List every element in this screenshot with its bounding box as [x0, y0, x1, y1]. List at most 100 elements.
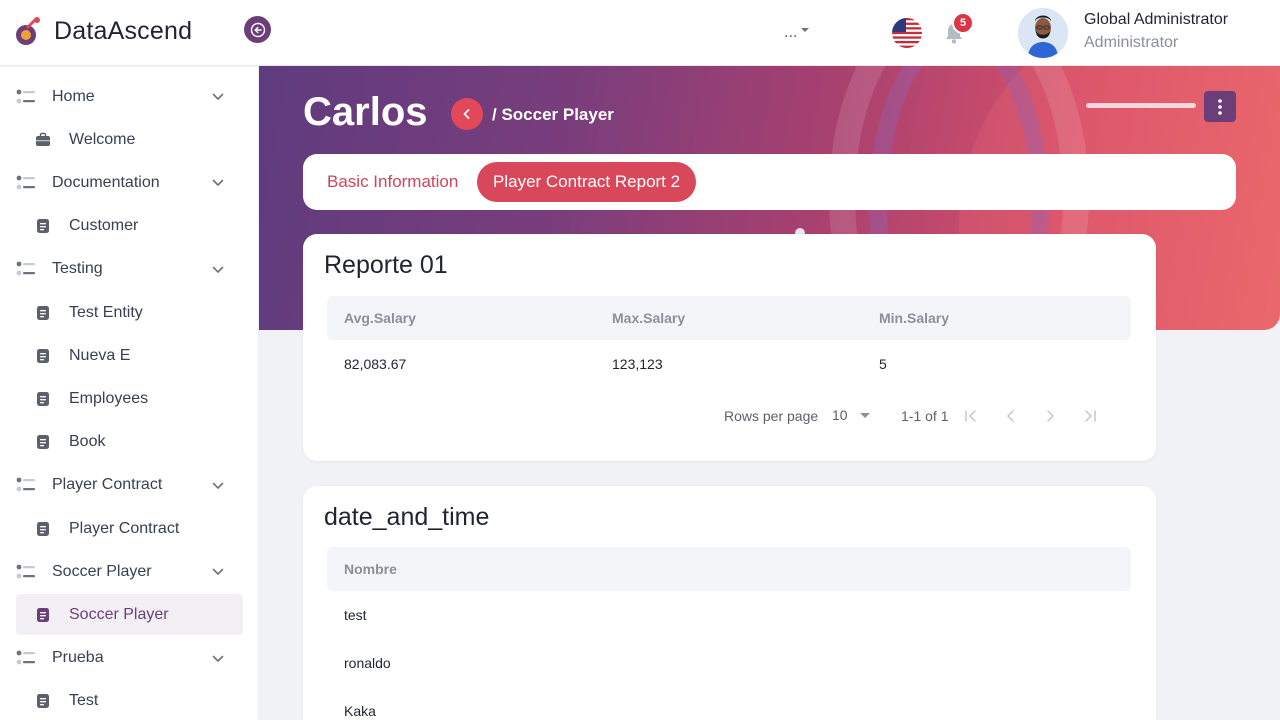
loading-bar — [1086, 103, 1196, 108]
sidebar-collapse-button[interactable] — [244, 16, 271, 43]
sidebar: Home Welcome Documentation Customer Testing T… — [0, 67, 259, 720]
user-name: Global Administrator — [1084, 11, 1229, 28]
sidebar-item-test[interactable]: Test — [16, 681, 243, 720]
table-header: Nombre — [327, 547, 1131, 591]
sidebar-item-label: Home — [52, 87, 95, 105]
list-icon — [16, 475, 36, 495]
sidebar-item-welcome[interactable]: Welcome — [16, 119, 243, 160]
list-icon — [16, 259, 36, 279]
logo-icon — [16, 17, 40, 45]
sidebar-group-home[interactable]: Home — [16, 76, 243, 117]
table-row: ronaldo — [344, 655, 391, 671]
list-icon — [16, 562, 36, 582]
sidebar-item-label: Test Entity — [69, 303, 143, 321]
rows-per-page-select[interactable]: 10 — [832, 407, 870, 423]
rows-per-page-value: 10 — [832, 407, 848, 423]
sidebar-item-book[interactable]: Book — [16, 422, 243, 463]
report-card-date-and-time: date_and_time Nombre test ronaldo Kaka — [303, 486, 1156, 720]
sidebar-item-label: Book — [69, 433, 106, 451]
report-card-reporte-01: Reporte 01 Avg.Salary Max.Salary Min.Sal… — [303, 234, 1156, 461]
document-icon — [35, 218, 51, 234]
actions-menu-button[interactable] — [1204, 91, 1236, 122]
sidebar-item-label: Player Contract — [69, 519, 180, 537]
sidebar-item-label: Prueba — [52, 649, 104, 667]
column-header: Nombre — [344, 561, 397, 577]
us-flag-icon[interactable] — [892, 18, 922, 48]
rows-per-page-label: Rows per page — [724, 408, 819, 424]
more-menu-label: ... — [784, 24, 798, 41]
more-menu[interactable]: ... — [784, 24, 810, 42]
next-page-icon[interactable] — [1042, 408, 1058, 424]
previous-page-icon[interactable] — [1003, 408, 1019, 424]
pagination-range: 1-1 of 1 — [901, 408, 949, 424]
sidebar-item-label: Test — [69, 692, 99, 710]
document-icon — [35, 693, 51, 709]
sidebar-item-label: Player Contract — [52, 476, 163, 494]
tab-bar: Basic Information Player Contract Report… — [303, 154, 1236, 210]
avatar[interactable] — [1018, 8, 1068, 58]
sidebar-item-label: Testing — [52, 260, 103, 278]
brand-name: DataAscend — [54, 17, 193, 45]
card-title: Reporte 01 — [324, 251, 448, 279]
breadcrumb: / Soccer Player — [492, 105, 614, 124]
document-icon — [35, 521, 51, 537]
list-icon — [16, 648, 36, 668]
caret-down-icon — [801, 28, 810, 32]
document-icon — [35, 391, 51, 407]
sidebar-item-employees[interactable]: Employees — [16, 378, 243, 419]
document-icon — [35, 305, 51, 321]
arrow-left-icon — [250, 22, 265, 37]
table-cell: 123,123 — [612, 356, 663, 372]
last-page-icon[interactable] — [1082, 408, 1098, 424]
sidebar-item-label: Soccer Player — [69, 605, 169, 623]
sidebar-group-soccer-player[interactable]: Soccer Player — [16, 551, 243, 592]
top-bar: DataAscend — [0, 0, 1280, 66]
chevron-down-icon — [211, 263, 225, 282]
table-cell: 82,083.67 — [344, 356, 407, 372]
sidebar-item-nueva-e[interactable]: Nueva E — [16, 335, 243, 376]
sidebar-item-label: Documentation — [52, 173, 160, 191]
column-header: Min.Salary — [879, 310, 950, 326]
sidebar-item-label: Customer — [69, 217, 139, 235]
back-button[interactable] — [451, 98, 483, 130]
sidebar-item-label: Employees — [69, 389, 149, 407]
document-icon — [35, 434, 51, 450]
table-row: test — [344, 607, 367, 623]
sidebar-item-label: Soccer Player — [52, 562, 152, 580]
sidebar-item-label: Nueva E — [69, 346, 131, 364]
user-role: Administrator — [1084, 34, 1179, 51]
tab-player-contract-report-2[interactable]: Player Contract Report 2 — [477, 162, 697, 202]
chevron-down-icon — [211, 652, 225, 671]
document-icon — [35, 348, 51, 364]
sidebar-group-documentation[interactable]: Documentation — [16, 162, 243, 203]
chevron-left-icon — [463, 109, 470, 119]
column-header: Avg.Salary — [344, 310, 416, 326]
notification-badge: 5 — [952, 12, 974, 34]
more-vertical-icon — [1218, 98, 1222, 115]
list-icon — [16, 173, 36, 193]
chevron-down-icon — [211, 90, 225, 109]
sidebar-item-test-entity[interactable]: Test Entity — [16, 292, 243, 333]
table-row: Kaka — [344, 703, 376, 719]
caret-down-icon — [859, 412, 870, 418]
list-icon — [16, 87, 36, 107]
tab-basic-information[interactable]: Basic Information — [311, 162, 474, 202]
chevron-down-icon — [211, 176, 225, 195]
chevron-down-icon — [211, 565, 225, 584]
page-title: Carlos — [303, 90, 428, 134]
column-header: Max.Salary — [612, 310, 686, 326]
sidebar-group-prueba[interactable]: Prueba — [16, 638, 243, 679]
sidebar-item-label: Welcome — [69, 130, 136, 148]
first-page-icon[interactable] — [963, 408, 979, 424]
table-header: Avg.Salary Max.Salary Min.Salary — [327, 296, 1131, 340]
document-icon — [35, 607, 51, 623]
sidebar-item-soccer-player[interactable]: Soccer Player — [16, 594, 243, 636]
chevron-down-icon — [211, 479, 225, 498]
sidebar-item-customer[interactable]: Customer — [16, 206, 243, 247]
sidebar-item-player-contract[interactable]: Player Contract — [16, 508, 243, 549]
sidebar-group-testing[interactable]: Testing — [16, 249, 243, 290]
sidebar-group-player-contract[interactable]: Player Contract — [16, 465, 243, 506]
briefcase-icon — [35, 132, 51, 148]
table-cell: 5 — [879, 356, 887, 372]
card-title: date_and_time — [324, 503, 490, 531]
